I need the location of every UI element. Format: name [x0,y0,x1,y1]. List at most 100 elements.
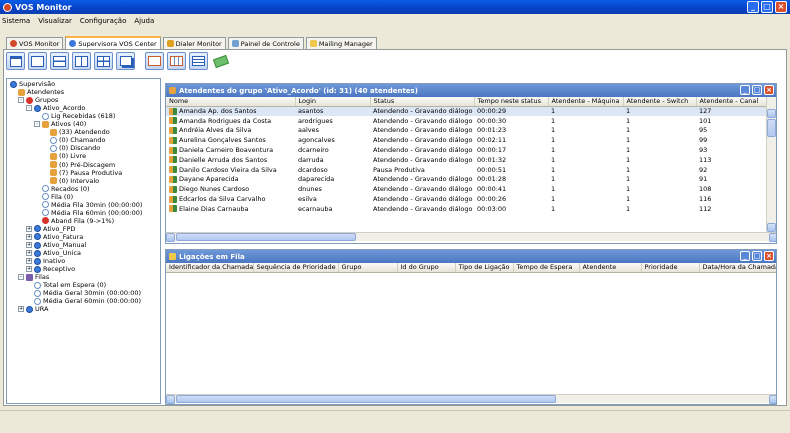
tree-node[interactable]: (7) Pausa Produtiva [50,169,122,177]
tree-node[interactable]: (0) Livre [50,152,86,160]
queue-horizontal-scrollbar[interactable] [166,394,776,404]
agents-maximize-button[interactable]: □ [752,85,762,95]
tree-node[interactable]: (33) Atendendo [50,128,110,136]
tree-node[interactable]: Aband Fila (9->1%) [42,217,114,225]
table-row[interactable]: Daniela Carneiro Boaventura dcarneiro Aten… [166,145,767,155]
scroll-right-button[interactable] [769,233,776,242]
scroll-down-button[interactable] [767,223,776,232]
layout-cascade-button[interactable] [6,52,25,70]
expand-icon[interactable]: + [26,242,32,248]
tree-node[interactable]: (0) Pré-Discagem [50,161,115,169]
tree-node[interactable]: Média Geral 60min (00:00:00) [34,297,141,305]
view-icons-button[interactable] [145,52,164,70]
tree-node[interactable]: Atendentes [18,88,64,96]
column-header[interactable]: Grupo [338,263,398,273]
column-header[interactable]: Atendente - Máquina [548,97,624,107]
column-header[interactable]: Sequência de Prioridade [253,263,339,273]
tree-node[interactable]: + URA [18,305,48,313]
table-row[interactable]: Andréia Alves da Silva aalves Atendendo - … [166,126,767,136]
expand-icon[interactable]: + [26,225,32,232]
column-header[interactable]: Tipo de Ligação [455,263,514,273]
menu-sistema[interactable]: Sistema [2,17,30,25]
queue-minimize-button[interactable]: _ [740,251,750,261]
tree-node[interactable]: + Ativo_Fatura [26,233,83,241]
tree-node[interactable]: - Ativos (40) [34,120,86,128]
tree-node[interactable]: + Ativo_FPD [26,225,75,233]
tree-node[interactable]: - Grupos [18,96,58,104]
refresh-button[interactable] [211,52,230,70]
scroll-thumb[interactable] [176,233,356,241]
menu-visualizar[interactable]: Visualizar [38,17,72,25]
expand-icon[interactable]: + [26,233,32,240]
layout-horizontal-button[interactable] [50,52,69,70]
column-header[interactable]: Atendente - Switch [623,97,697,107]
table-row[interactable]: Aurelina Gonçalves Santos agoncalves Atend… [166,135,767,145]
table-row[interactable]: Danilo Cardoso Vieira da Silva dcardoso Pa… [166,165,767,175]
tree-node[interactable]: (0) Discando [50,144,100,152]
column-header[interactable]: Login [295,97,371,107]
scroll-thumb[interactable] [176,395,556,403]
tree-node[interactable]: (0) Chamando [50,136,105,144]
scroll-thumb[interactable] [767,119,776,137]
queue-close-button[interactable]: × [764,251,774,261]
column-header[interactable]: Nome [166,97,296,107]
tree-node[interactable]: Média Fila 30min (00:00:00) [42,201,142,209]
collapse-icon[interactable]: - [18,97,24,104]
column-header[interactable]: Prioridade [641,263,700,273]
tree-node[interactable]: + Ativo_Manual [26,241,86,249]
scroll-up-button[interactable] [767,109,776,118]
column-header[interactable]: Status [370,97,475,107]
view-grid-button[interactable] [167,52,186,70]
tree-node[interactable]: Média Geral 30min (00:00:00) [34,289,141,297]
layout-single-button[interactable] [28,52,47,70]
table-row[interactable]: Amanda Ap. dos Santos asantos Atendendo - … [166,106,767,116]
scroll-left-button[interactable] [166,395,175,404]
expand-icon[interactable]: + [26,258,32,265]
expand-icon[interactable]: + [18,306,24,313]
layout-vertical-button[interactable] [72,52,91,70]
column-header[interactable]: Atendente - Canal [696,97,768,107]
column-header[interactable]: Id do Grupo [397,263,456,273]
minimize-button[interactable]: _ [747,1,759,13]
tree-node[interactable]: (0) Intervalo [50,177,99,185]
agents-vertical-scrollbar[interactable] [766,97,776,232]
collapse-icon[interactable]: - [18,274,24,281]
supervision-tree[interactable]: Supervisão Atendentes - Grupos - Ativo_Acordo… [6,78,161,404]
column-header[interactable]: Tempo neste status [474,97,549,107]
menu-configuracao[interactable]: Configuração [80,17,126,25]
agents-close-button[interactable]: × [764,85,774,95]
scroll-right-button[interactable] [769,395,776,404]
close-button[interactable]: × [775,1,787,13]
tree-node[interactable]: Total em Espera (0) [34,281,106,289]
tree-node[interactable]: + Ativo_Unica [26,249,81,257]
tree-node[interactable]: + Receptivo [26,265,75,273]
column-header[interactable]: Tempo de Espera [513,263,580,273]
table-row[interactable]: Elaine Dias Carnauba ecarnauba Atendendo -… [166,204,767,214]
table-row[interactable]: Amanda Rodrigues da Costa arodrigues Atend… [166,116,767,126]
column-header[interactable]: Data/Hora da Chamada [699,263,776,273]
view-details-button[interactable] [189,52,208,70]
collapse-icon[interactable]: - [34,121,40,128]
tree-node[interactable]: Lig Recebidas (618) [42,112,115,120]
table-row[interactable]: Dayane Aparecida daparecida Atendendo - Gr… [166,175,767,185]
menu-ajuda[interactable]: Ajuda [134,17,154,25]
collapse-icon[interactable]: - [26,105,32,112]
tree-node[interactable]: Supervisão [10,80,55,88]
scroll-left-button[interactable] [166,233,175,242]
tab-vos-monitor[interactable]: VOS Monitor [6,37,64,49]
tree-node[interactable]: + Inativo [26,257,65,265]
tab-dialer-monitor[interactable]: Dialer Monitor [162,37,226,49]
tree-node[interactable]: Média Fila 60min (00:00:00) [42,209,142,217]
table-row[interactable]: Danielle Arruda dos Santos darruda Atenden… [166,155,767,165]
maximize-button[interactable]: □ [761,1,773,13]
table-row[interactable]: Edcarlos da Silva Carvalho esilva Atendend… [166,194,767,204]
queue-maximize-button[interactable]: □ [752,251,762,261]
layout-grid-button[interactable] [94,52,113,70]
column-header[interactable]: Atendente [579,263,642,273]
table-row[interactable]: Diego Nunes Cardoso dnunes Atendendo - Gra… [166,184,767,194]
tab-supervisora-vos-center[interactable]: Supervisora VOS Center [65,36,161,49]
tab-mailing-manager[interactable]: Mailing Manager [305,37,377,49]
layout-tile-button[interactable] [116,52,135,70]
expand-icon[interactable]: + [26,250,32,257]
tab-painel-de-controle[interactable]: Painel de Controle [227,37,304,49]
